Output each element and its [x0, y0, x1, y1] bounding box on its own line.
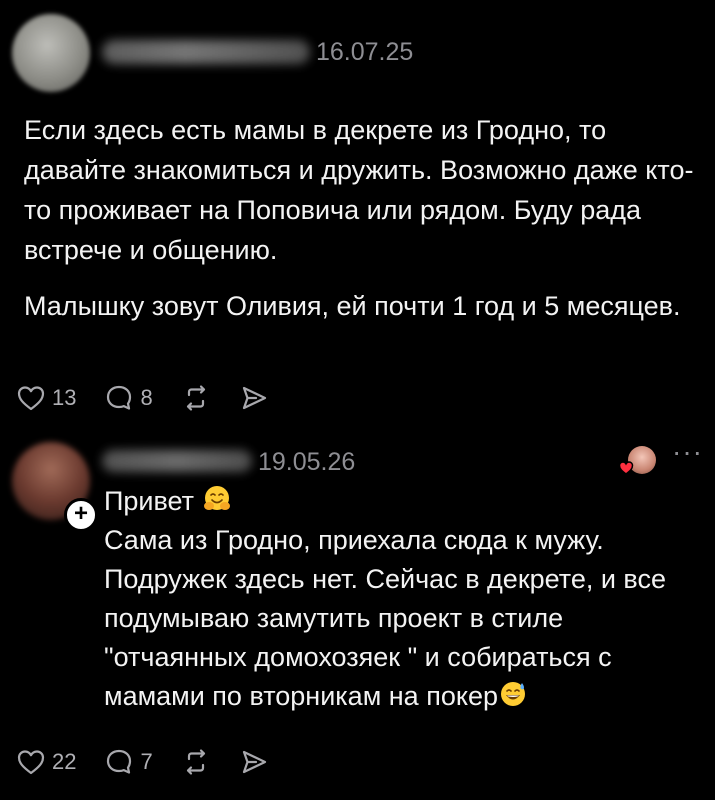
- heart-icon: [17, 386, 45, 411]
- heart-icon: [17, 750, 45, 775]
- like-button[interactable]: 13: [16, 384, 76, 412]
- share-button[interactable]: [239, 383, 269, 413]
- username-blurred[interactable]: [102, 40, 310, 64]
- post-greeting-line: Привет: [104, 482, 704, 521]
- post: + 19.05.26 ··· Привет Сама из Гродно, пр…: [0, 430, 715, 800]
- post-date: 19.05.26: [258, 448, 356, 476]
- repost-button[interactable]: [181, 383, 211, 413]
- post-paragraph: Малышку зовут Оливия, ей почти 1 год и 5…: [24, 291, 681, 321]
- comment-button[interactable]: 7: [104, 747, 153, 777]
- like-button[interactable]: 22: [16, 748, 76, 776]
- like-count: 22: [52, 749, 77, 774]
- repost-icon: [186, 749, 205, 775]
- sweat-smile-emoji: [500, 682, 525, 706]
- hugging-face-emoji: [203, 486, 230, 510]
- comment-bubble-icon: [107, 385, 132, 410]
- avatar[interactable]: [12, 14, 90, 92]
- post-paragraph: Если здесь есть мамы в декрете из Гродно…: [24, 115, 694, 265]
- repost-icon: [186, 385, 205, 411]
- like-count: 13: [52, 385, 77, 410]
- post-text: Привет Сама из Гродно, приехала сюда к м…: [104, 482, 704, 716]
- post-actions: 13 8: [16, 380, 297, 416]
- share-button[interactable]: [239, 747, 269, 777]
- comment-bubble-icon: [107, 749, 132, 774]
- comment-count: 8: [140, 385, 153, 410]
- repost-button[interactable]: [181, 747, 211, 777]
- comment-count: 7: [140, 749, 153, 774]
- liked-heart-icon: [618, 461, 634, 475]
- post-text: Если здесь есть мамы в декрете из Гродно…: [24, 110, 704, 342]
- more-options-button[interactable]: ···: [672, 436, 703, 468]
- comment-button[interactable]: 8: [104, 383, 153, 413]
- send-icon: [242, 750, 266, 774]
- post-greeting: Привет: [104, 486, 195, 516]
- follow-plus-icon[interactable]: +: [64, 498, 98, 532]
- username-blurred[interactable]: [102, 450, 252, 472]
- post-body: Сама из Гродно, приехала сюда к мужу. По…: [104, 525, 666, 711]
- post-body-line: Сама из Гродно, приехала сюда к мужу. По…: [104, 521, 704, 716]
- post: 16.07.25 Если здесь есть мамы в декрете …: [0, 0, 715, 440]
- post-actions: 22 7: [16, 744, 297, 780]
- send-icon: [242, 386, 266, 410]
- post-date: 16.07.25: [316, 38, 414, 66]
